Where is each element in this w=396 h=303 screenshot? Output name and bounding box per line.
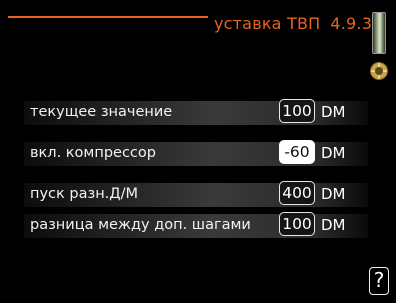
settings-screen: уставка ТВП 4.9.3 текущее значение 100 DM… [0, 0, 396, 303]
setting-label: текущее значение [30, 104, 173, 120]
value-field-current[interactable]: 100 [279, 99, 315, 123]
question-mark-icon: ? [373, 268, 385, 292]
unit-label: DM [321, 185, 346, 203]
scrollbar[interactable] [372, 12, 386, 54]
value-field-compressor-start[interactable]: -60 [279, 140, 315, 164]
page-title: уставка ТВП 4.9.3 [214, 14, 372, 33]
help-button[interactable]: ? [369, 267, 389, 295]
unit-label: DM [321, 144, 346, 162]
menu-code: 4.9.3 [330, 14, 373, 33]
header-divider [8, 16, 208, 18]
unit-label: DM [321, 103, 346, 121]
setting-row-start-diff[interactable]: пуск разн.Д/М 400 DM [24, 181, 368, 207]
setting-label: вкл. компрессор [30, 145, 156, 161]
value-field-step-diff[interactable]: 100 [279, 212, 315, 236]
setting-label: разница между доп. шагами [30, 217, 251, 233]
setting-row-current-value[interactable]: текущее значение 100 DM [24, 99, 368, 125]
setting-label: пуск разн.Д/М [30, 186, 139, 202]
setting-row-compressor-start[interactable]: вкл. компрессор -60 DM [24, 140, 368, 166]
setting-row-step-diff[interactable]: разница между доп. шагами 100 DM [24, 212, 368, 238]
value-field-start-diff[interactable]: 400 [279, 181, 315, 205]
heat-pump-status-icon [370, 62, 388, 80]
unit-label: DM [321, 216, 346, 234]
page-title-text: уставка ТВП [214, 14, 321, 33]
